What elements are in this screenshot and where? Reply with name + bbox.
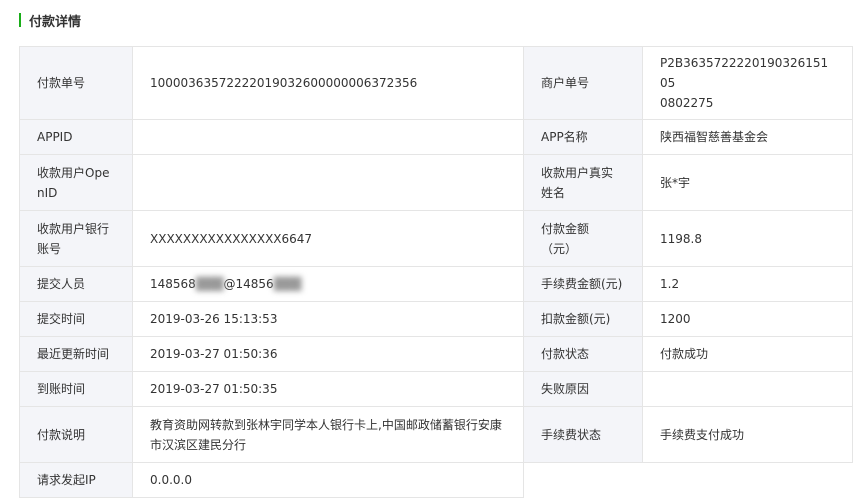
table-row: 收款用户银行 账号 XXXXXXXXXXXXXXXX6647 付款金额 （元） … [19,210,853,267]
arrival-time-value: 2019-03-27 01:50:35 [132,371,524,407]
bank-account-value: XXXXXXXXXXXXXXXX6647 [132,210,524,267]
appid-value [132,119,524,155]
app-name-value: 陕西福智慈善基金会 [642,119,853,155]
merchant-no-label: 商户单号 [523,46,643,120]
payment-note-value: 教育资助网转款到张林宇同学本人银行卡上,中国邮政储蓄银行安康市汉滨区建民分行 [132,406,524,463]
payment-status-label: 付款状态 [523,336,643,372]
submitter-id-part: 148568 [150,277,196,291]
bank-account-label: 收款用户银行 账号 [19,210,133,267]
fee-status-label: 手续费状态 [523,406,643,463]
request-ip-label: 请求发起IP [19,462,133,498]
real-name-label: 收款用户真实 姓名 [523,154,643,211]
section-header: 付款详情 [19,12,82,30]
update-time-label: 最近更新时间 [19,336,133,372]
table-row: 最近更新时间 2019-03-27 01:50:36 付款状态 付款成功 [19,336,853,372]
masked-block: ███ [273,277,302,291]
update-time-value: 2019-03-27 01:50:36 [132,336,524,372]
failure-reason-value [642,371,853,407]
payment-detail-table: 付款单号 10000363572222019032600000006372356… [19,46,853,498]
real-name-value: 张*宇 [642,154,853,211]
table-row: APPID APP名称 陕西福智慈善基金会 [19,119,853,155]
table-row: 付款说明 教育资助网转款到张林宇同学本人银行卡上,中国邮政储蓄银行安康市汉滨区建… [19,406,853,463]
table-row: 提交人员 148568███@14856███ 手续费金额(元) 1.2 [19,266,853,302]
payment-note-label: 付款说明 [19,406,133,463]
fee-amount-label: 手续费金额(元) [523,266,643,302]
table-row: 请求发起IP 0.0.0.0 [19,462,853,498]
deduct-amount-label: 扣款金额(元) [523,301,643,337]
payment-no-value: 10000363572222019032600000006372356 [132,46,524,120]
table-row: 收款用户Ope nID 收款用户真实 姓名 张*宇 [19,154,853,211]
openid-label: 收款用户Ope nID [19,154,133,211]
openid-value [132,154,524,211]
section-accent-bar [19,13,21,27]
masked-block: ███ [195,277,224,291]
submit-time-label: 提交时间 [19,301,133,337]
submitter-value: 148568███@14856███ [132,266,524,302]
table-row: 到账时间 2019-03-27 01:50:35 失败原因 [19,371,853,407]
empty-cell [523,462,853,498]
section-title: 付款详情 [29,14,82,30]
failure-reason-label: 失败原因 [523,371,643,407]
request-ip-value: 0.0.0.0 [132,462,524,498]
fee-amount-value: 1.2 [642,266,853,302]
fee-status-value: 手续费支付成功 [642,406,853,463]
submitter-label: 提交人员 [19,266,133,302]
submitter-domain-part: @14856 [223,277,274,291]
amount-value: 1198.8 [642,210,853,267]
app-name-label: APP名称 [523,119,643,155]
table-row: 付款单号 10000363572222019032600000006372356… [19,46,853,120]
payment-no-label: 付款单号 [19,46,133,120]
appid-label: APPID [19,119,133,155]
merchant-no-value: P2B363572222019032615105 0802275 [642,46,853,120]
deduct-amount-value: 1200 [642,301,853,337]
submit-time-value: 2019-03-26 15:13:53 [132,301,524,337]
arrival-time-label: 到账时间 [19,371,133,407]
table-row: 提交时间 2019-03-26 15:13:53 扣款金额(元) 1200 [19,301,853,337]
amount-label: 付款金额 （元） [523,210,643,267]
payment-status-value: 付款成功 [642,336,853,372]
